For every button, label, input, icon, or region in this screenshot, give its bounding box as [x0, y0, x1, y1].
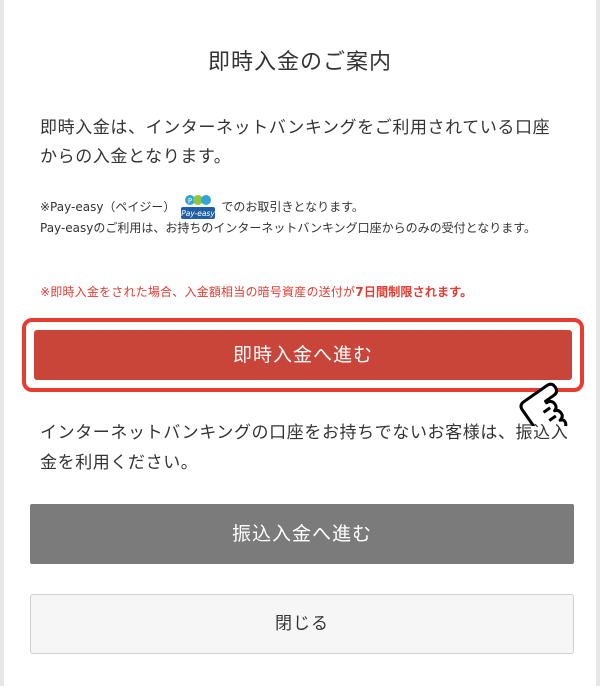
- warning-prefix: ※即時入金をされた場合、入金額相当の暗号資産の送付が: [40, 285, 356, 299]
- note-line2: Pay-easyのご利用は、お持ちのインターネットバンキング口座からのみの受付と…: [40, 221, 537, 235]
- instant-deposit-dialog: 即時入金のご案内 即時入金は、インターネットバンキングをご利用されている口座から…: [4, 0, 596, 686]
- note-suffix: でのお取引きとなります。: [221, 200, 364, 214]
- dialog-title: 即時入金のご案内: [207, 50, 392, 75]
- svg-text:P: P: [188, 197, 192, 205]
- payeasy-note: ※Pay-easy（ペイジー） P Pay-easy でのお取引きとなります。 …: [40, 194, 570, 238]
- svg-text:Pay-easy: Pay-easy: [182, 209, 216, 218]
- warning-text: ※即時入金をされた場合、入金額相当の暗号資産の送付が7日間制限されます。: [40, 283, 580, 300]
- close-button[interactable]: 閉じる: [30, 594, 574, 654]
- pointing-hand-icon: [512, 360, 592, 439]
- primary-highlight: 即時入金へ進む: [22, 318, 584, 392]
- note-prefix: ※Pay-easy（ペイジー）: [40, 200, 176, 214]
- info-text: インターネットバンキングの口座をお持ちでないお客様は、振込入金を利用ください。: [40, 423, 569, 473]
- instant-deposit-button[interactable]: 即時入金へ進む: [34, 330, 572, 380]
- bank-transfer-button[interactable]: 振込入金へ進む: [30, 504, 574, 564]
- payeasy-logo-icon: P Pay-easy: [181, 194, 216, 220]
- lead-text: 即時入金は、インターネットバンキングをご利用されている口座からの入金となります。: [40, 118, 551, 167]
- warning-bold: 7日間制限されます。: [355, 285, 473, 299]
